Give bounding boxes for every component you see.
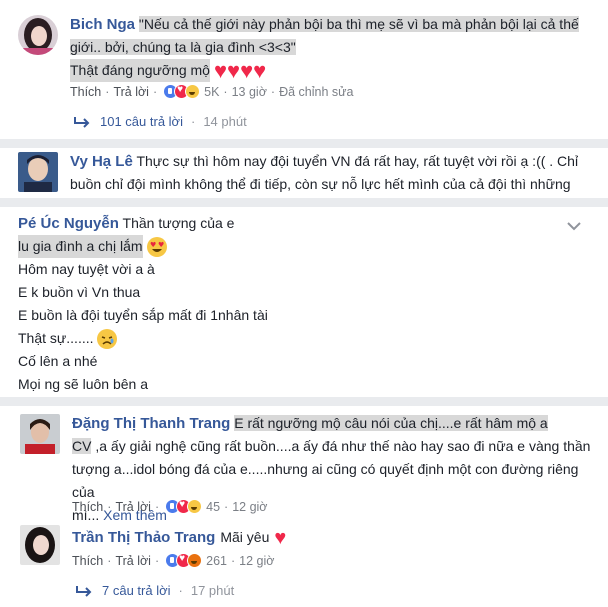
reply-link[interactable]: Trả lời	[113, 85, 149, 99]
reaction-count[interactable]: 45	[206, 500, 220, 514]
comment-author[interactable]: Trần Thị Thảo Trang	[72, 526, 215, 549]
timestamp[interactable]: 13 giờ	[232, 85, 267, 99]
heart-eyes-emoji-icon: ♥ ♥	[146, 236, 167, 257]
replies-time: 17 phút	[190, 583, 235, 598]
reactions-icon[interactable]	[163, 84, 201, 99]
reactions-icon[interactable]	[165, 499, 203, 514]
reply-arrow-icon	[74, 116, 90, 128]
comment-text: Thần tượng của e	[122, 215, 235, 231]
reply-link[interactable]: Trả lời	[115, 554, 151, 568]
comment-text: Thật đáng ngưỡng mộ	[70, 59, 210, 82]
reply-arrow-icon	[76, 585, 92, 597]
comment-card-2: Vy Hạ Lê Thực sự thì hôm nay đội tuyển V…	[0, 148, 608, 215]
reactions-icon[interactable]	[165, 553, 203, 568]
comment-text: CV	[72, 438, 92, 454]
comment-text: E k buồn vì Vn thua	[18, 284, 141, 300]
comment-text: giới.. bởi, chúng ta là gia đình <3<3"	[70, 39, 296, 55]
comment-text: E rất ngưỡng mộ câu nói của chị....e rất…	[234, 415, 548, 431]
comment-text: Thật sự.......	[18, 330, 94, 346]
comment-actions: Thích · Trả lời · 261 · 12 giờ	[72, 553, 274, 568]
comment-text: lu gia đình a chị lắm	[18, 235, 143, 258]
comment-author[interactable]: Bich Nga	[70, 16, 135, 33]
view-replies[interactable]: 7 câu trả lời · 17 phút	[74, 583, 234, 598]
replies-count[interactable]: 101 câu trả lời	[100, 114, 183, 129]
comment-card-1: Bich Nga "Nếu cả thế giới này phản bội b…	[0, 0, 608, 140]
separator	[0, 397, 608, 406]
comment-text: "Nếu cả thế giới này phản bội ba thì mẹ …	[138, 16, 579, 32]
heart-icon: ♥	[274, 526, 287, 549]
comment-text: Mọi ng sẽ luôn bên a	[18, 376, 148, 392]
sad-face-emoji-icon	[96, 328, 117, 349]
reaction-count[interactable]: 5K	[204, 85, 219, 99]
comment-text: ,a ấy giải nghệ cũng rất buồn....a ấy đá…	[91, 438, 591, 454]
like-link[interactable]: Thích	[72, 554, 103, 568]
comment-text: E buồn là đội tuyển sắp mất đi 1nhân tài	[18, 307, 268, 323]
comment-actions: Thích · Trả lời · 5K · 13 giờ · Đã chỉnh…	[70, 84, 353, 99]
separator	[0, 198, 608, 207]
svg-text:♥: ♥	[158, 241, 164, 249]
replies-count[interactable]: 7 câu trả lời	[102, 583, 171, 598]
comment-text: Thực sự thì hôm nay đội tuyển VN đá rất …	[136, 153, 579, 169]
timestamp[interactable]: 12 giờ	[232, 500, 267, 514]
replies-time: 14 phút	[203, 114, 247, 129]
chevron-down-icon[interactable]	[567, 221, 581, 231]
comment-author[interactable]: Pé Úc Nguyễn	[18, 215, 119, 232]
comment-author[interactable]: Đặng Thị Thanh Trang	[72, 415, 230, 432]
comment-card-3: Pé Úc Nguyễn Thần tượng của e lu gia đìn…	[0, 207, 608, 397]
like-link[interactable]: Thích	[70, 85, 101, 99]
comment-text: Mãi yêu	[220, 529, 270, 545]
comment-actions: Thích · Trả lời · 45 · 12 giờ	[72, 499, 268, 514]
comment-text: Hôm nay tuyệt vời a à	[18, 261, 155, 277]
avatar-tran-thi-thao-trang[interactable]	[20, 525, 60, 565]
comment-card-4: Đặng Thị Thanh Trang E rất ngưỡng mộ câu…	[0, 406, 608, 607]
separator	[0, 139, 608, 148]
svg-text:♥: ♥	[150, 241, 156, 249]
like-link[interactable]: Thích	[72, 500, 103, 514]
avatar-vy-ha-le[interactable]	[18, 152, 58, 192]
timestamp[interactable]: 12 giờ	[239, 554, 274, 568]
comment-author[interactable]: Vy Hạ Lê	[70, 153, 133, 170]
avatar-dang-thi-thanh-trang[interactable]	[20, 414, 60, 454]
avatar-bich-nga[interactable]	[18, 15, 58, 55]
reply-link[interactable]: Trả lời	[115, 500, 151, 514]
edited-label[interactable]: Đã chỉnh sửa	[279, 85, 353, 99]
heart-icon: ♥♥♥♥	[213, 57, 267, 83]
comment-text: tượng a...idol bóng đá của e.....nhưng a…	[72, 461, 579, 500]
comment-text: Cố lên a nhé	[18, 353, 98, 369]
view-replies[interactable]: 101 câu trả lời · 14 phút	[72, 114, 247, 129]
reaction-count[interactable]: 261	[206, 554, 227, 568]
